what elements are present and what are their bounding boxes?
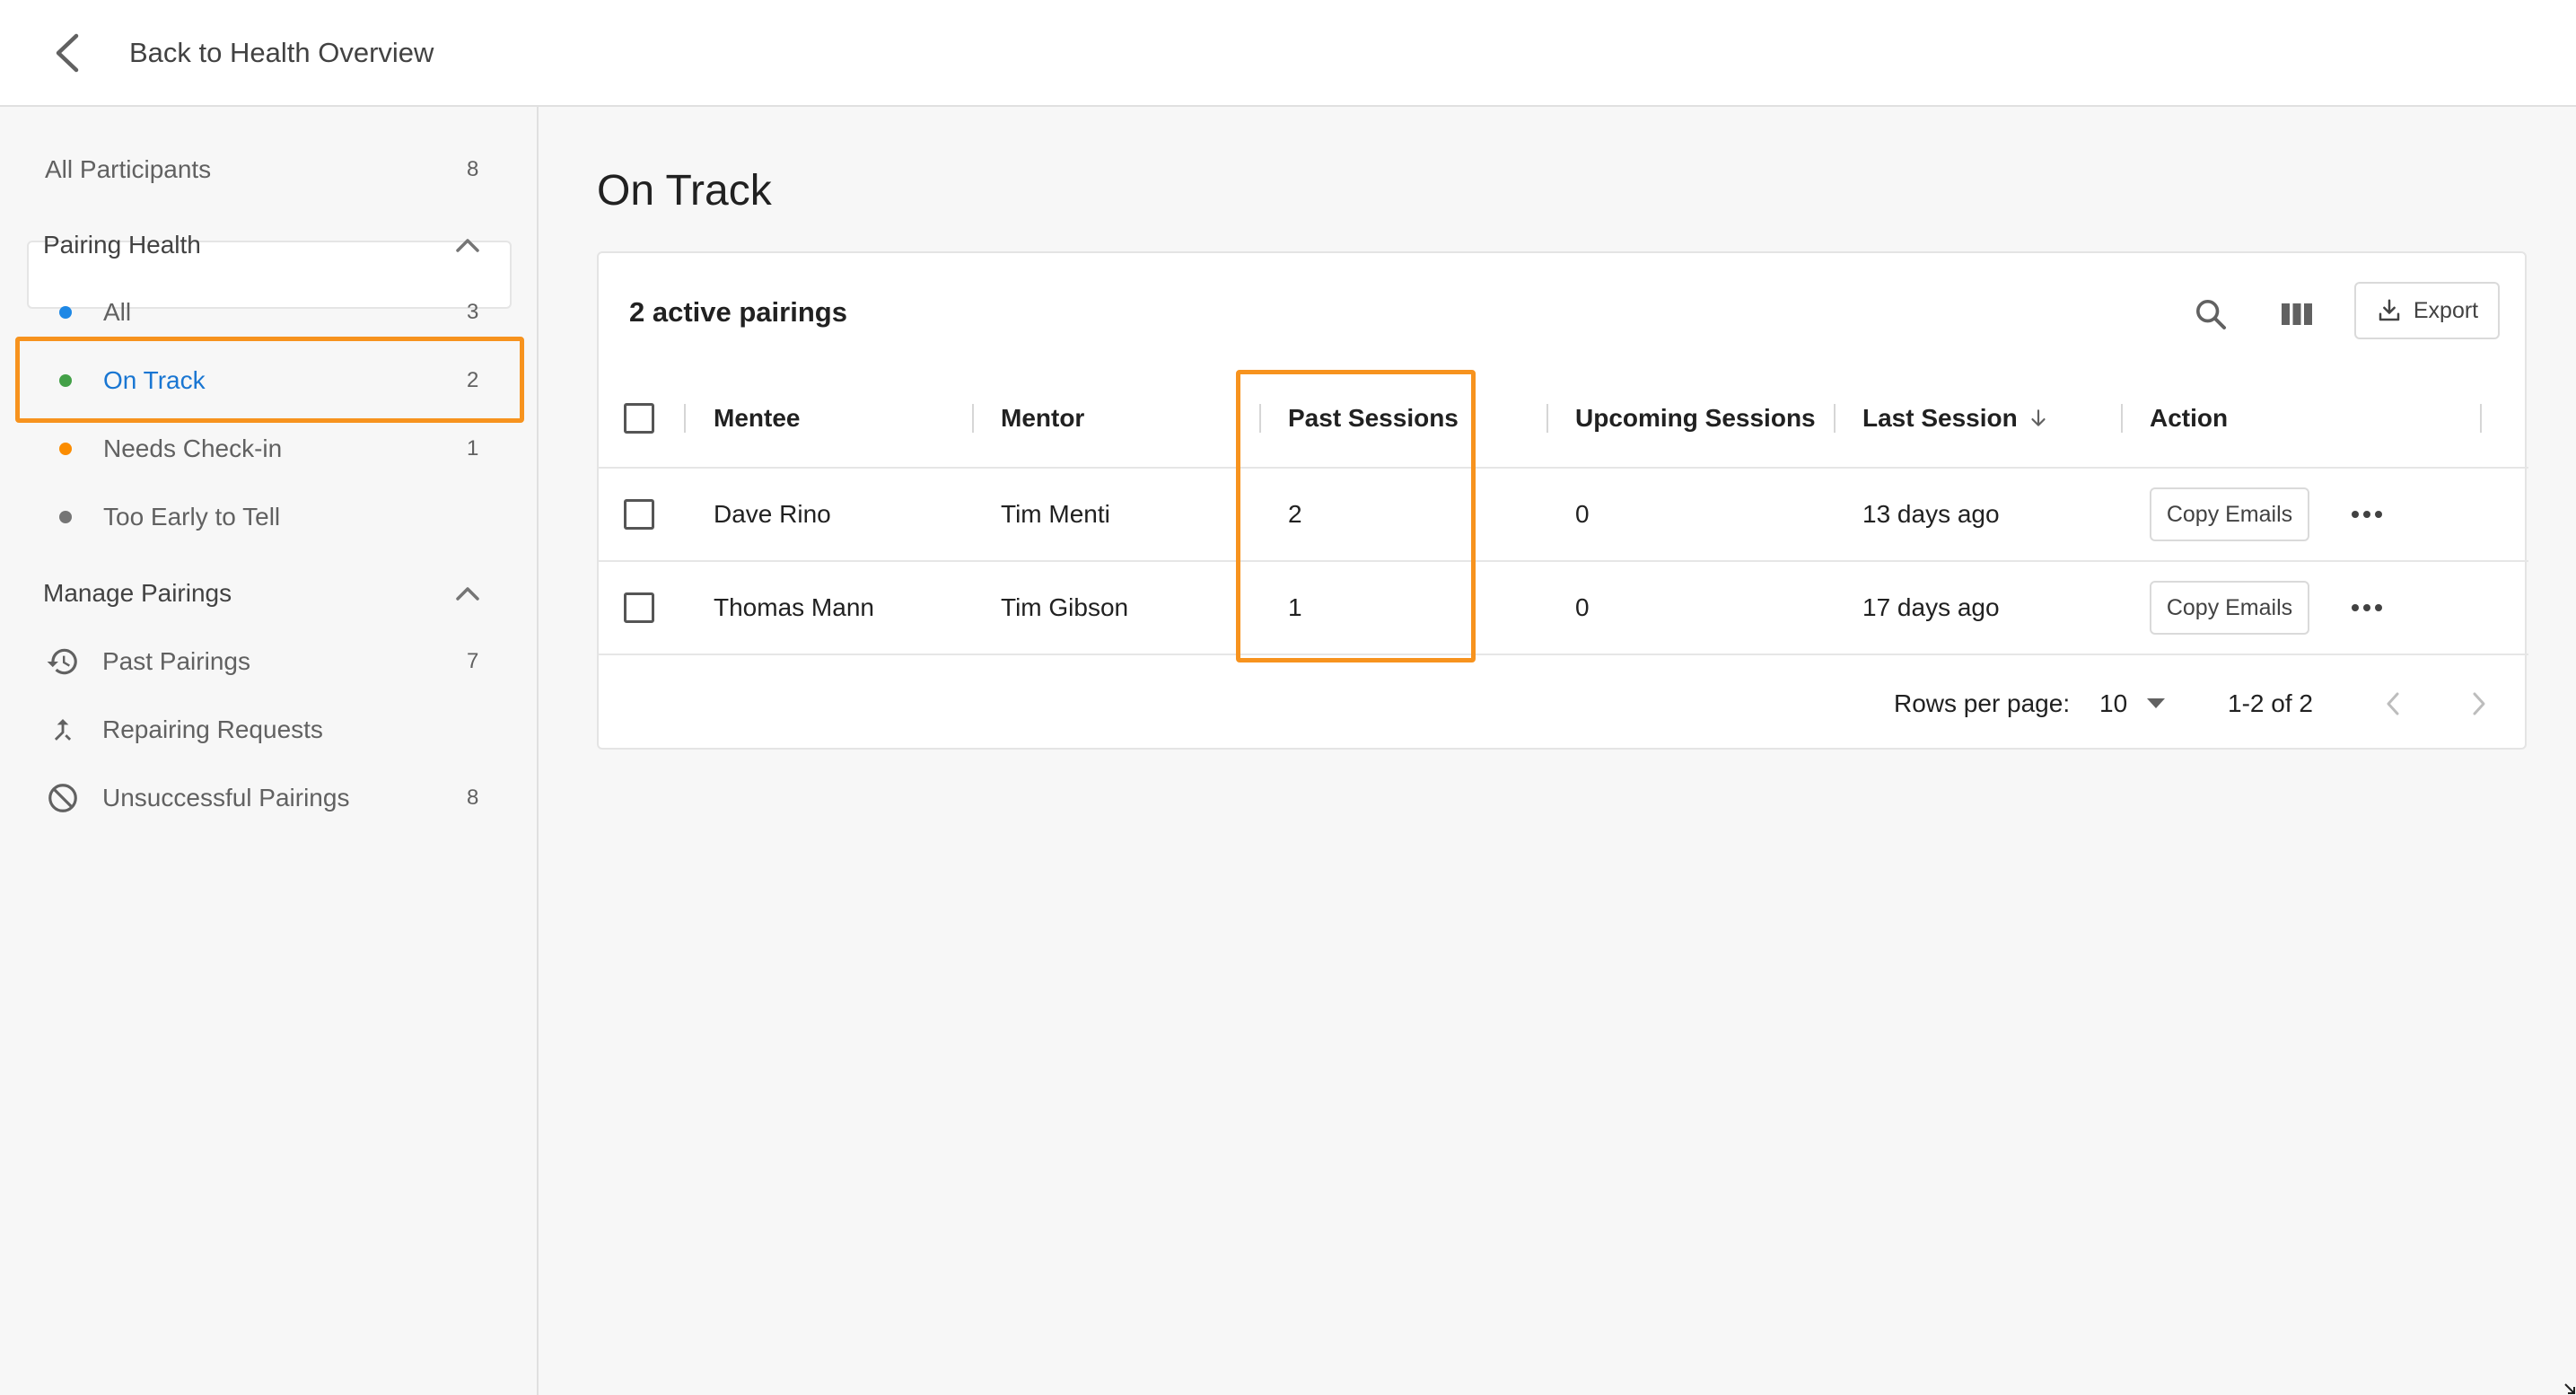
rows-per-page-label: Rows per page: [1894, 689, 2071, 717]
sidebar-item-label: On Track [103, 366, 206, 394]
column-header-past-sessions[interactable]: Past Sessions [1288, 370, 1459, 467]
table-row[interactable]: Dave Rino Tim Menti 2 0 13 days ago Copy… [599, 469, 2528, 562]
upcoming-sessions-cell: 0 [1575, 500, 1590, 528]
status-dot-orange [59, 443, 72, 455]
sidebar-item-all-participants[interactable]: All Participants 8 [0, 136, 539, 204]
copy-emails-button[interactable]: Copy Emails [2150, 581, 2309, 635]
mentee-cell: Dave Rino [714, 500, 831, 528]
status-dot-green [59, 374, 72, 387]
rows-per-page-select[interactable]: 10 [2099, 657, 2166, 750]
sidebar-item-label: Unsuccessful Pairings [102, 784, 350, 812]
column-header-label: Last Session [1862, 404, 2018, 432]
sidebar-item-count: 8 [467, 157, 479, 181]
select-all-checkbox[interactable] [624, 403, 654, 434]
back-link-label[interactable]: Back to Health Overview [129, 37, 434, 69]
column-header-action: Action [2150, 404, 2229, 432]
sidebar-item-all[interactable]: All 3 [0, 278, 539, 347]
sidebar-section-pairing-health[interactable]: Pairing Health [0, 211, 539, 279]
column-divider [684, 404, 686, 433]
sidebar-item-on-track[interactable]: On Track 2 [0, 347, 539, 415]
previous-page-button[interactable] [2385, 657, 2401, 750]
section-title: Manage Pairings [43, 579, 232, 607]
status-dot-gray [59, 511, 72, 523]
chevron-right-icon [2473, 692, 2485, 715]
export-button[interactable]: Export [2354, 282, 2500, 339]
pagination-bar: Rows per page: 10 1-2 of 2 [599, 657, 2528, 750]
chevron-left-icon [56, 33, 79, 72]
sidebar-item-unsuccessful-pairings[interactable]: Unsuccessful Pairings 8 [0, 764, 539, 832]
resize-handle-icon[interactable] [2563, 1382, 2576, 1395]
select-all-cell [624, 370, 654, 467]
chevron-left-icon [2387, 692, 2399, 715]
sidebar-item-count: 1 [467, 436, 479, 461]
next-page-button[interactable] [2471, 657, 2487, 750]
column-divider [1259, 404, 1261, 433]
column-divider [1834, 404, 1836, 433]
sidebar-item-past-pairings[interactable]: Past Pairings 7 [0, 627, 539, 696]
pagination-range: 1-2 of 2 [2228, 689, 2313, 717]
sidebar-item-repairing-requests[interactable]: Repairing Requests [0, 696, 539, 764]
mentee-cell: Thomas Mann [714, 593, 874, 621]
sidebar-item-label: Repairing Requests [102, 715, 323, 743]
last-session-cell: 13 days ago [1862, 500, 2000, 528]
download-icon [2379, 299, 2400, 321]
table-row[interactable]: Thomas Mann Tim Gibson 1 0 17 days ago C… [599, 562, 2528, 655]
search-icon[interactable] [2186, 289, 2236, 339]
rows-per-page-value: 10 [2099, 689, 2128, 717]
column-divider [2121, 404, 2123, 433]
history-icon [45, 644, 81, 680]
upcoming-sessions-cell: 0 [1575, 593, 1590, 621]
sidebar-item-label: All Participants [45, 155, 212, 183]
copy-emails-button[interactable]: Copy Emails [2150, 487, 2309, 541]
sidebar-item-label: Past Pairings [102, 647, 250, 675]
page-title: On Track [597, 167, 772, 215]
pairings-table-card: 2 active pairings Export Mentee Mentor P… [597, 251, 2528, 750]
sidebar-item-count: 8 [467, 785, 479, 810]
chevron-up-icon[interactable] [453, 579, 482, 608]
block-icon [45, 780, 81, 816]
top-bar: Back to Health Overview [0, 0, 2576, 107]
sidebar-item-label: All [103, 298, 132, 326]
past-sessions-cell: 1 [1288, 593, 1302, 621]
section-title: Pairing Health [43, 231, 201, 259]
column-header-upcoming-sessions[interactable]: Upcoming Sessions [1575, 370, 1816, 467]
back-button[interactable] [27, 13, 108, 93]
past-sessions-cell: 2 [1288, 500, 1302, 528]
last-session-cell: 17 days ago [1862, 593, 2000, 621]
sidebar-item-count: 2 [467, 368, 479, 392]
more-horizontal-icon[interactable] [2349, 496, 2385, 532]
column-divider [972, 404, 974, 433]
sidebar-item-too-early[interactable]: Too Early to Tell [0, 483, 539, 551]
arrow-down-icon [2031, 409, 2046, 426]
table-header-row: Mentee Mentor Past Sessions Upcoming Ses… [599, 370, 2528, 469]
row-checkbox[interactable] [624, 499, 654, 530]
sidebar-item-count: 3 [467, 300, 479, 324]
sidebar-item-label: Too Early to Tell [103, 503, 281, 531]
column-header-mentee[interactable]: Mentee [714, 370, 800, 467]
caret-down-icon [2147, 698, 2166, 708]
column-divider [1546, 404, 1548, 433]
merge-icon [45, 712, 81, 748]
mentor-cell: Tim Gibson [1001, 593, 1129, 621]
sidebar-section-manage-pairings[interactable]: Manage Pairings [0, 559, 539, 627]
columns-icon[interactable] [2272, 289, 2322, 339]
column-header-last-session[interactable]: Last Session [1862, 370, 2050, 467]
column-header-mentor[interactable]: Mentor [1001, 370, 1084, 467]
more-horizontal-icon[interactable] [2349, 590, 2385, 626]
chevron-up-icon[interactable] [453, 231, 482, 259]
sidebar-item-count: 7 [467, 649, 479, 673]
status-dot-blue [59, 306, 72, 319]
export-label: Export [2413, 297, 2479, 323]
column-divider [2480, 404, 2482, 433]
sidebar-item-needs-check-in[interactable]: Needs Check-in 1 [0, 415, 539, 483]
row-checkbox[interactable] [624, 592, 654, 623]
card-title: 2 active pairings [629, 296, 847, 328]
mentor-cell: Tim Menti [1001, 500, 1110, 528]
sidebar-item-label: Needs Check-in [103, 434, 283, 462]
